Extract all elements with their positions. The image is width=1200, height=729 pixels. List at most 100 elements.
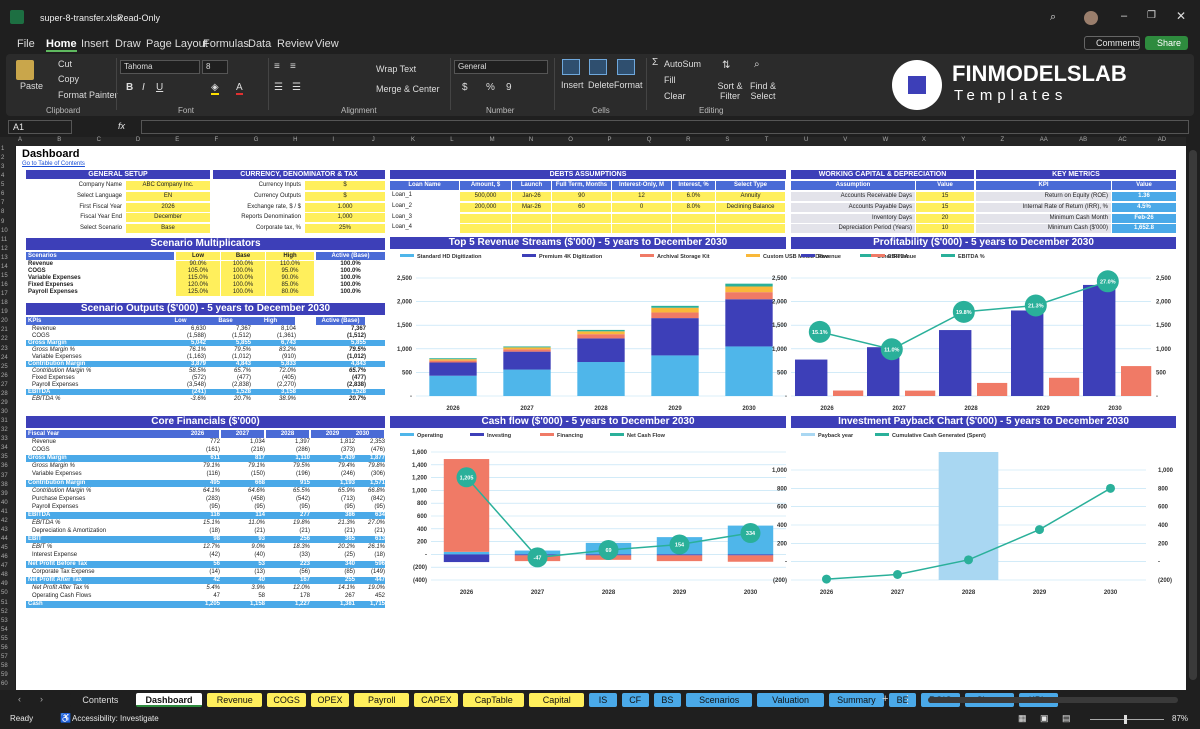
autosum-button[interactable]: AutoSum <box>664 59 701 69</box>
tab-scroll-right-icon[interactable]: › <box>40 694 43 704</box>
row-header[interactable]: 54 <box>1 627 8 633</box>
align-left-icon[interactable]: ☰ <box>274 82 283 93</box>
row-header[interactable]: 59 <box>1 672 8 678</box>
column-header-g[interactable]: G <box>254 137 259 143</box>
find-icon[interactable]: ⌕ <box>754 59 760 70</box>
tab-scroll-left-icon[interactable]: ‹ <box>18 694 21 704</box>
tab-captable[interactable]: CapTable <box>463 693 525 707</box>
minimize-icon[interactable]: – <box>1121 10 1127 22</box>
tab-revenue[interactable]: Revenue <box>207 693 263 707</box>
row-header[interactable]: 22 <box>1 336 8 342</box>
column-header-n[interactable]: N <box>529 137 533 143</box>
menu-data[interactable]: Data <box>248 38 271 50</box>
row-header[interactable]: 14 <box>1 264 8 270</box>
row-header[interactable]: 43 <box>1 527 8 533</box>
row-header[interactable]: 1 <box>1 146 4 152</box>
sort-filter-button[interactable]: Sort & Filter <box>712 81 748 101</box>
add-sheet-icon[interactable]: + <box>882 693 888 705</box>
column-header-z[interactable]: Z <box>1001 137 1005 143</box>
column-header-y[interactable]: Y <box>961 137 965 143</box>
column-header-w[interactable]: W <box>883 137 889 143</box>
row-header[interactable]: 7 <box>1 200 4 206</box>
row-header[interactable]: 19 <box>1 309 8 315</box>
row-header[interactable]: 44 <box>1 536 8 542</box>
close-icon[interactable]: ✕ <box>1176 9 1186 23</box>
merge-center-button[interactable]: Merge & Center <box>376 84 440 94</box>
formula-input[interactable] <box>141 120 1189 134</box>
tab-scenarios[interactable]: Scenarios <box>686 693 753 707</box>
insert-cells-icon[interactable] <box>562 59 580 75</box>
row-header[interactable]: 10 <box>1 228 8 234</box>
column-header-q[interactable]: Q <box>647 137 652 143</box>
avatar[interactable] <box>1084 11 1098 25</box>
restore-icon[interactable]: ❐ <box>1147 10 1156 21</box>
row-header[interactable]: 11 <box>1 237 7 243</box>
sheet-options-icon[interactable]: ⋮ <box>902 693 913 706</box>
row-header[interactable]: 18 <box>1 300 8 306</box>
format-painter-button[interactable]: Format Painter <box>58 90 118 100</box>
column-header-ab[interactable]: AB <box>1079 137 1087 143</box>
normal-view-icon[interactable]: ▦ <box>1018 713 1027 724</box>
column-header-a[interactable]: A <box>18 137 22 143</box>
row-header[interactable]: 29 <box>1 400 8 406</box>
accessibility-status[interactable]: Accessibility: Investigate <box>72 714 159 723</box>
format-cells-icon[interactable] <box>617 59 635 75</box>
row-header[interactable]: 45 <box>1 545 8 551</box>
wrap-text-button[interactable]: Wrap Text <box>376 64 416 74</box>
row-header[interactable]: 57 <box>1 654 8 660</box>
tab-payroll[interactable]: Payroll <box>354 693 410 707</box>
column-header-e[interactable]: E <box>175 137 179 143</box>
tab-opex[interactable]: OPEX <box>310 693 350 707</box>
share-button[interactable]: Share <box>1145 36 1188 50</box>
name-box[interactable]: A1 <box>8 120 72 134</box>
row-header[interactable]: 42 <box>1 518 8 524</box>
row-header[interactable]: 50 <box>1 590 8 596</box>
vertical-scrollbar[interactable] <box>1186 146 1200 690</box>
fill-color-icon[interactable]: ◈ <box>211 82 219 95</box>
row-header[interactable]: 41 <box>1 509 8 515</box>
column-header-h[interactable]: H <box>293 137 297 143</box>
insert-button[interactable]: Insert <box>561 80 584 90</box>
row-header[interactable]: 24 <box>1 355 8 361</box>
row-header[interactable]: 2 <box>1 155 4 161</box>
bold-icon[interactable]: B <box>126 82 133 93</box>
tab-dashboard[interactable]: Dashboard <box>135 693 203 707</box>
row-header[interactable]: 13 <box>1 255 8 261</box>
row-header[interactable]: 40 <box>1 500 8 506</box>
tab-valuation[interactable]: Valuation <box>757 693 824 707</box>
row-header[interactable]: 47 <box>1 563 8 569</box>
row-header[interactable]: 39 <box>1 491 8 497</box>
horizontal-scrollbar[interactable] <box>928 697 1178 703</box>
menu-page-layout[interactable]: Page Layout <box>146 38 208 50</box>
comments-button[interactable]: Comments <box>1084 36 1140 50</box>
row-header[interactable]: 25 <box>1 364 8 370</box>
row-header[interactable]: 30 <box>1 409 8 415</box>
column-header-aa[interactable]: AA <box>1040 137 1048 143</box>
row-header[interactable]: 12 <box>1 246 8 252</box>
tab-summary[interactable]: Summary <box>828 693 884 707</box>
align-center-icon[interactable]: ☰ <box>292 82 301 93</box>
row-header[interactable]: 38 <box>1 482 8 488</box>
currency-icon[interactable]: $ <box>462 82 468 93</box>
row-header[interactable]: 23 <box>1 346 8 352</box>
column-header-ac[interactable]: AC <box>1118 137 1126 143</box>
search-icon[interactable]: ⌕ <box>1050 11 1056 24</box>
row-header[interactable]: 28 <box>1 391 8 397</box>
row-header[interactable]: 37 <box>1 473 8 479</box>
format-button[interactable]: Format <box>614 80 643 90</box>
column-header-f[interactable]: F <box>215 137 219 143</box>
page-break-icon[interactable]: ▤ <box>1062 713 1071 724</box>
font-size-select[interactable]: 8 <box>202 60 228 74</box>
column-header-o[interactable]: O <box>568 137 573 143</box>
italic-icon[interactable]: I <box>142 82 145 93</box>
row-header[interactable]: 35 <box>1 454 8 460</box>
sort-icon[interactable]: ⇅ <box>722 60 730 71</box>
menu-view[interactable]: View <box>315 38 339 50</box>
paste-button[interactable]: Paste <box>20 81 43 91</box>
number-format-select[interactable]: General <box>454 60 548 74</box>
row-header[interactable]: 27 <box>1 382 8 388</box>
copy-button[interactable]: Copy <box>58 74 79 84</box>
clear-button[interactable]: Clear <box>664 91 686 101</box>
menu-home[interactable]: Home <box>46 38 77 52</box>
page-layout-icon[interactable]: ▣ <box>1040 713 1049 724</box>
